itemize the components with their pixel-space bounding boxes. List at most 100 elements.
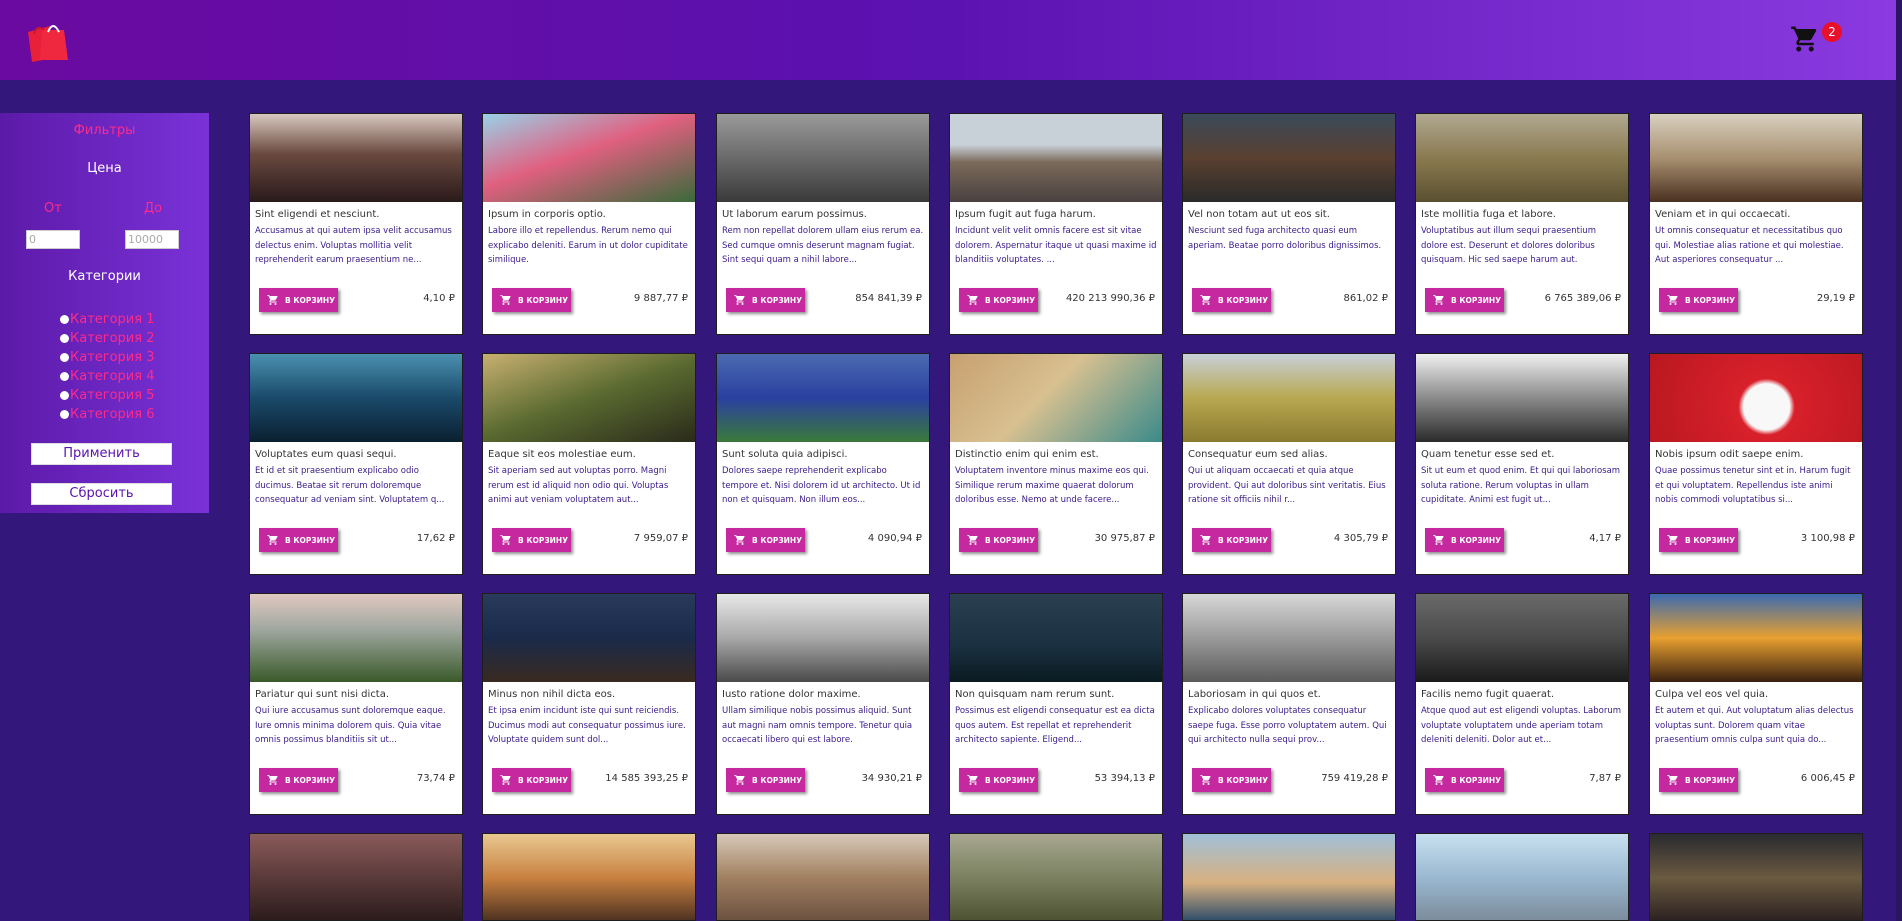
add-to-cart-button[interactable]: В КОРЗИНУ — [1425, 528, 1504, 552]
product-card[interactable]: Culpa vel eos vel quia. Et autem et qui. … — [1649, 593, 1863, 815]
price-from-input[interactable] — [26, 230, 80, 249]
product-image[interactable] — [1416, 594, 1628, 682]
add-to-cart-button[interactable]: В КОРЗИНУ — [259, 288, 338, 312]
product-card[interactable]: Voluptates eum quasi sequi. Et id et sit … — [249, 353, 463, 575]
product-card[interactable]: Iste mollitia fuga et labore. Voluptatibu… — [1415, 113, 1629, 335]
category-option[interactable]: Категория 5 — [60, 386, 154, 405]
apply-filters-button[interactable]: Применить — [31, 443, 172, 465]
product-image[interactable] — [483, 354, 695, 442]
product-image[interactable] — [950, 354, 1162, 442]
add-to-cart-button[interactable]: В КОРЗИНУ — [726, 288, 805, 312]
add-to-cart-button[interactable]: В КОРЗИНУ — [1659, 768, 1738, 792]
reset-filters-button[interactable]: Сбросить — [31, 483, 172, 505]
product-image[interactable] — [950, 834, 1162, 920]
product-card[interactable]: Pariatur qui sunt nisi dicta. Qui iure ac… — [249, 593, 463, 815]
add-to-cart-button[interactable]: В КОРЗИНУ — [1425, 768, 1504, 792]
product-image[interactable] — [950, 114, 1162, 202]
product-card[interactable]: Sint eligendi et nesciunt. Accusamus at q… — [249, 113, 463, 335]
product-card[interactable]: Vel non totam aut ut eos sit. Nesciunt se… — [1182, 113, 1396, 335]
product-card[interactable]: Quam tenetur esse sed et. Sit ut eum et q… — [1415, 353, 1629, 575]
product-card[interactable]: Sunt soluta quia adipisci. Dolores saepe … — [716, 353, 930, 575]
category-option[interactable]: Категория 4 — [60, 367, 154, 386]
product-card[interactable]: Ut laborum earum possimus. Rem non repell… — [716, 113, 930, 335]
product-card[interactable]: Veniam et in qui occaecati. Ut omnis cons… — [1649, 113, 1863, 335]
product-card[interactable] — [1415, 833, 1629, 921]
product-card[interactable] — [1649, 833, 1863, 921]
product-description: Qui ut aliquam occaecati et quia atque p… — [1188, 466, 1386, 505]
radio-icon[interactable] — [60, 410, 69, 419]
category-option[interactable]: Категория 2 — [60, 329, 154, 348]
add-to-cart-button[interactable]: В КОРЗИНУ — [1659, 528, 1738, 552]
product-image[interactable] — [250, 354, 462, 442]
product-card[interactable]: Nobis ipsum odit saepe enim. Quae possimu… — [1649, 353, 1863, 575]
product-image[interactable] — [1183, 594, 1395, 682]
product-image[interactable] — [717, 834, 929, 920]
product-card[interactable]: Ipsum fugit aut fuga harum. Incidunt veli… — [949, 113, 1163, 335]
product-image[interactable] — [717, 114, 929, 202]
product-card[interactable]: Laboriosam in qui quos et. Explicabo dolo… — [1182, 593, 1396, 815]
product-image[interactable] — [483, 594, 695, 682]
product-card[interactable] — [716, 833, 930, 921]
product-image[interactable] — [250, 834, 462, 920]
product-image[interactable] — [1183, 834, 1395, 920]
product-card[interactable]: Distinctio enim qui enim est. Voluptatem … — [949, 353, 1163, 575]
product-image[interactable] — [250, 594, 462, 682]
product-image[interactable] — [1183, 354, 1395, 442]
add-to-cart-button[interactable]: В КОРЗИНУ — [959, 288, 1038, 312]
radio-icon[interactable] — [60, 334, 69, 343]
price-to-input[interactable] — [125, 230, 179, 249]
product-image[interactable] — [483, 834, 695, 920]
add-to-cart-button[interactable]: В КОРЗИНУ — [1192, 288, 1271, 312]
product-card[interactable] — [1182, 833, 1396, 921]
product-card[interactable] — [482, 833, 696, 921]
cart-icon — [1200, 535, 1211, 545]
product-image[interactable] — [1416, 354, 1628, 442]
product-image[interactable] — [717, 594, 929, 682]
add-to-cart-button[interactable]: В КОРЗИНУ — [492, 528, 571, 552]
product-card[interactable]: Minus non nihil dicta eos. Et ipsa enim i… — [482, 593, 696, 815]
category-option[interactable]: Категория 1 — [60, 310, 154, 329]
product-image[interactable] — [950, 594, 1162, 682]
radio-icon[interactable] — [60, 353, 69, 362]
add-to-cart-button[interactable]: В КОРЗИНУ — [959, 768, 1038, 792]
product-image[interactable] — [1650, 114, 1862, 202]
product-image[interactable] — [483, 114, 695, 202]
product-card[interactable]: Consequatur eum sed alias. Qui ut aliquam… — [1182, 353, 1396, 575]
radio-icon[interactable] — [60, 315, 69, 324]
add-to-cart-button[interactable]: В КОРЗИНУ — [259, 528, 338, 552]
add-to-cart-button[interactable]: В КОРЗИНУ — [1192, 528, 1271, 552]
product-image[interactable] — [1416, 114, 1628, 202]
category-option[interactable]: Категория 3 — [60, 348, 154, 367]
add-to-cart-button[interactable]: В КОРЗИНУ — [492, 768, 571, 792]
product-image[interactable] — [1183, 114, 1395, 202]
add-to-cart-button[interactable]: В КОРЗИНУ — [492, 288, 571, 312]
product-card[interactable]: Non quisquam nam rerum sunt. Possimus est… — [949, 593, 1163, 815]
cart-icon[interactable] — [1790, 24, 1820, 54]
shopping-bags-logo-icon[interactable] — [24, 18, 74, 64]
scrollbar[interactable] — [1896, 0, 1902, 921]
product-image[interactable] — [1416, 834, 1628, 920]
product-card[interactable] — [949, 833, 1163, 921]
product-image[interactable] — [250, 114, 462, 202]
add-to-cart-button[interactable]: В КОРЗИНУ — [1192, 768, 1271, 792]
add-to-cart-button[interactable]: В КОРЗИНУ — [726, 768, 805, 792]
add-to-cart-button[interactable]: В КОРЗИНУ — [726, 528, 805, 552]
product-title: Ut laborum earum possimus. — [722, 209, 867, 220]
radio-icon[interactable] — [60, 372, 69, 381]
add-to-cart-button[interactable]: В КОРЗИНУ — [1659, 288, 1738, 312]
product-price: 4 090,94 ₽ — [867, 533, 922, 544]
product-image[interactable] — [1650, 594, 1862, 682]
product-image[interactable] — [1650, 834, 1862, 920]
radio-icon[interactable] — [60, 391, 69, 400]
add-to-cart-button[interactable]: В КОРЗИНУ — [959, 528, 1038, 552]
add-to-cart-button[interactable]: В КОРЗИНУ — [259, 768, 338, 792]
product-image[interactable] — [1650, 354, 1862, 442]
product-card[interactable]: Ipsum in corporis optio. Labore illo et r… — [482, 113, 696, 335]
product-card[interactable]: Facilis nemo fugit quaerat. Atque quod au… — [1415, 593, 1629, 815]
category-option[interactable]: Категория 6 — [60, 405, 154, 424]
product-card[interactable]: Iusto ratione dolor maxime. Ullam similiq… — [716, 593, 930, 815]
product-card[interactable] — [249, 833, 463, 921]
add-to-cart-button[interactable]: В КОРЗИНУ — [1425, 288, 1504, 312]
product-card[interactable]: Eaque sit eos molestiae eum. Sit aperiam … — [482, 353, 696, 575]
product-image[interactable] — [717, 354, 929, 442]
